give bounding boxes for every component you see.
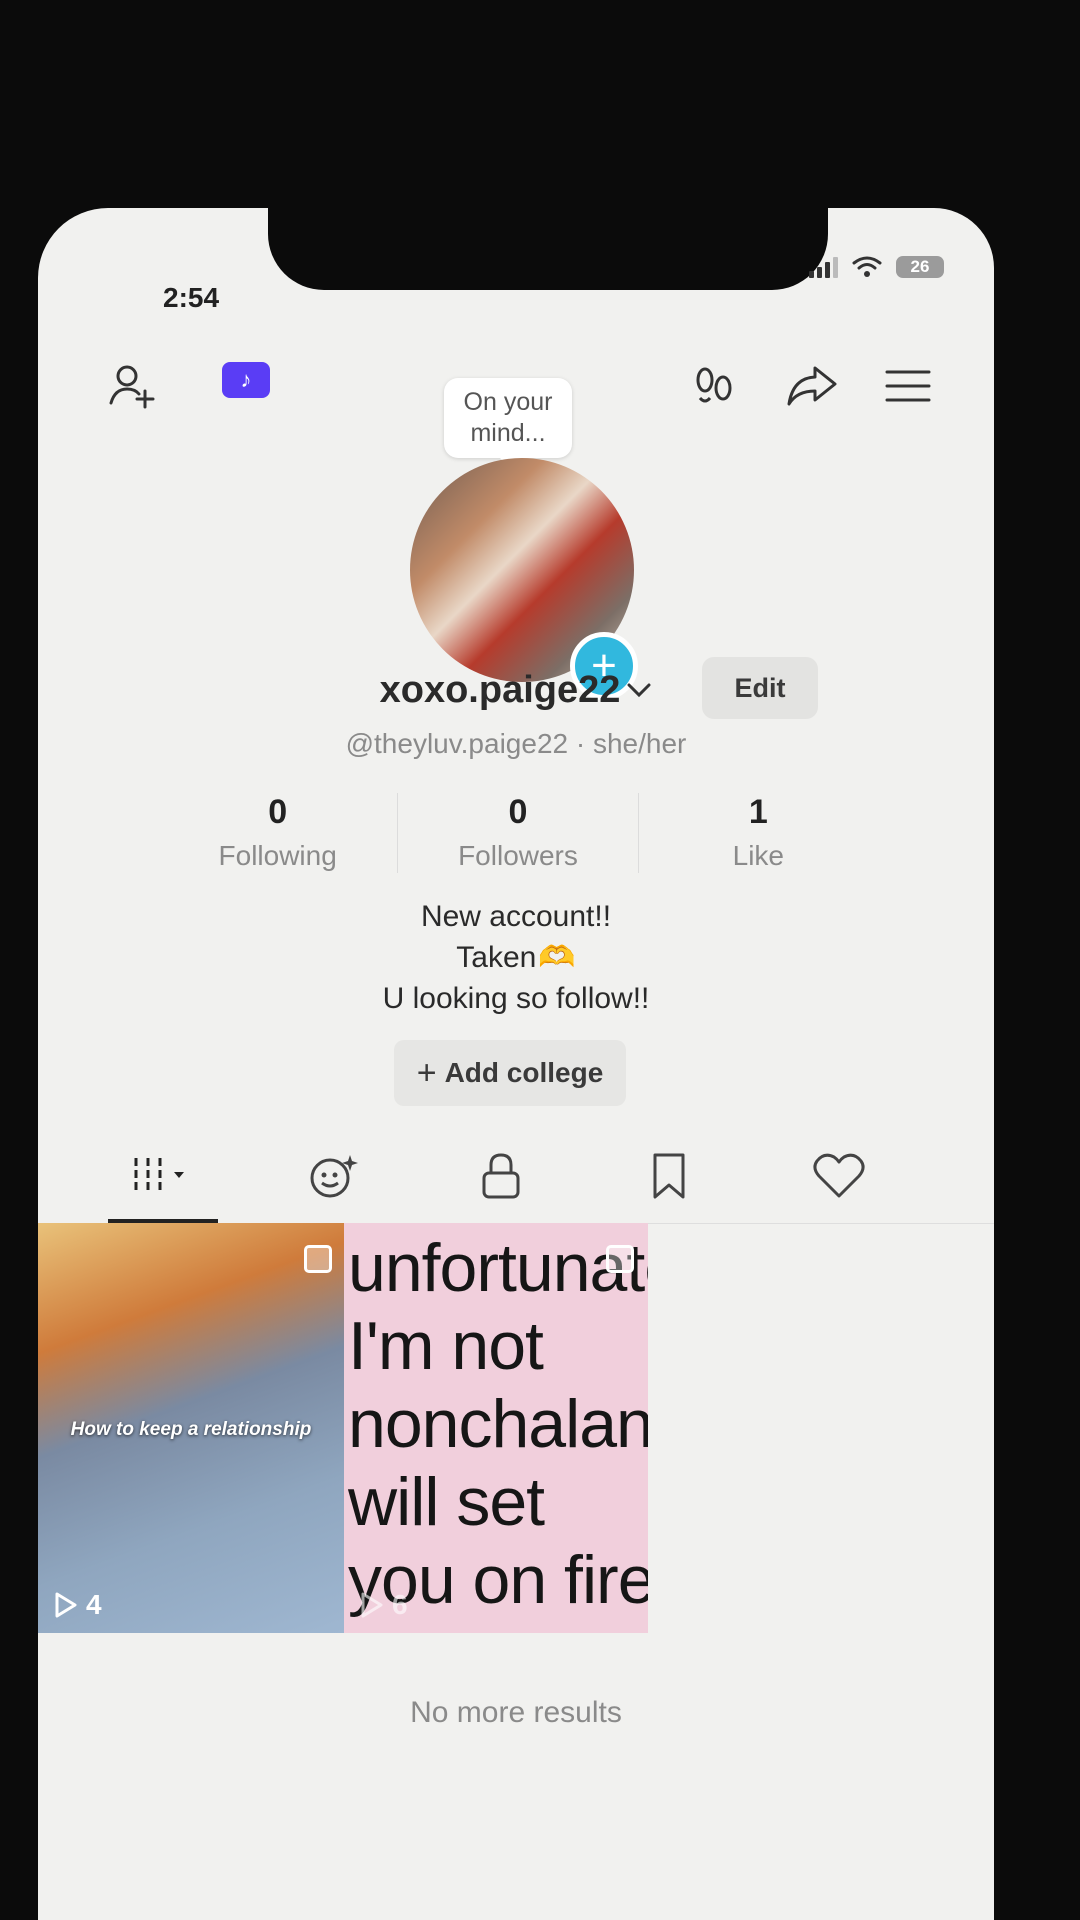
separator-dot: · — [575, 728, 593, 759]
heart-hands-emoji: 🫶 — [538, 941, 576, 974]
likes-count: 1 — [748, 793, 768, 831]
tab-videos[interactable] — [108, 1128, 218, 1223]
bio-line-1: New account!! — [420, 900, 612, 933]
video-1-caption: How to keep a relationship — [70, 1419, 312, 1440]
likes-label: Like — [732, 840, 784, 871]
on-your-mind-bubble[interactable]: On your mind... — [444, 378, 572, 468]
battery-indicator: 26 — [896, 256, 944, 278]
stat-following[interactable]: 0 Following — [158, 793, 397, 873]
followers-count: 0 — [508, 793, 528, 831]
stat-followers[interactable]: 0 Followers — [397, 793, 637, 873]
add-friend-icon[interactable] — [104, 358, 160, 414]
status-icons: 26 — [809, 256, 944, 278]
no-more-results: No more results — [410, 1696, 622, 1729]
play-icon — [361, 1592, 383, 1618]
bookmark-icon — [653, 1153, 685, 1198]
video-2-overlay-text: unfortunately I'm not nonchalant, will s… — [348, 1230, 648, 1618]
display-name: xoxo.paige22 — [379, 668, 621, 711]
status-time: 2:54 — [163, 282, 220, 313]
tiktok-studio-icon[interactable]: ♪ — [222, 362, 270, 398]
tab-favorites[interactable] — [614, 1128, 724, 1223]
video-thumbnail-2[interactable]: unfortunately I'm not nonchalant, will s… — [344, 1223, 648, 1633]
play-icon — [55, 1592, 77, 1618]
menu-icon[interactable] — [880, 358, 936, 414]
add-college-button[interactable]: + Add college — [394, 1040, 626, 1106]
following-count: 0 — [268, 793, 288, 831]
video-2-view-count: 6 — [392, 1589, 408, 1620]
stat-likes[interactable]: 1 Like — [637, 793, 878, 873]
tab-reposts[interactable] — [278, 1128, 388, 1223]
footprints-icon[interactable] — [686, 358, 742, 414]
phone-screen: 2:54 26 ♪ On your mind... + xoxo.paige22… — [38, 208, 994, 1920]
bio-line-2-text: Taken — [456, 941, 537, 974]
cellular-signal-icon — [809, 256, 838, 278]
profile-stats: 0 Following 0 Followers 1 Like — [158, 793, 878, 873]
tab-private[interactable] — [446, 1128, 556, 1223]
video-2-views: 6 — [360, 1589, 408, 1621]
handle-line: @theyluv.paige22 · she/her — [38, 728, 994, 760]
videos-grid-icon — [134, 1157, 184, 1194]
plus-icon: + — [416, 1053, 437, 1092]
select-checkbox-icon[interactable] — [304, 1245, 332, 1273]
heart-icon — [813, 1153, 865, 1197]
wifi-icon — [852, 256, 882, 277]
handle: @theyluv.paige22 — [345, 728, 569, 759]
chevron-down-icon — [627, 683, 651, 698]
display-name-row: xoxo.paige22 — [38, 660, 994, 720]
add-college-label: Add college — [444, 1057, 604, 1088]
share-icon[interactable] — [782, 356, 842, 416]
tab-liked[interactable] — [784, 1128, 894, 1223]
select-checkbox-icon[interactable] — [606, 1245, 634, 1273]
lock-icon — [482, 1152, 520, 1198]
video-thumbnail-1[interactable]: How to keep a relationship 4 — [38, 1223, 344, 1633]
bio-line-3: U looking so follow!! — [382, 982, 650, 1015]
pronouns: she/her — [592, 728, 687, 759]
edit-profile-button[interactable]: Edit — [702, 657, 818, 719]
repost-face-sparkle-icon — [310, 1154, 358, 1197]
bio-line-2: Taken 🫶 — [38, 937, 994, 978]
camera-notch — [268, 208, 828, 290]
bio: New account!! Taken 🫶 U looking so follo… — [38, 896, 994, 1019]
following-label: Following — [218, 840, 337, 871]
followers-label: Followers — [458, 840, 578, 871]
video-1-views: 4 — [54, 1589, 102, 1621]
video-1-view-count: 4 — [86, 1589, 102, 1620]
username-switcher[interactable]: xoxo.paige22 — [380, 669, 653, 712]
profile-tabs — [38, 1128, 994, 1224]
video-grid: How to keep a relationship 4 unfortunate… — [38, 1223, 994, 1663]
